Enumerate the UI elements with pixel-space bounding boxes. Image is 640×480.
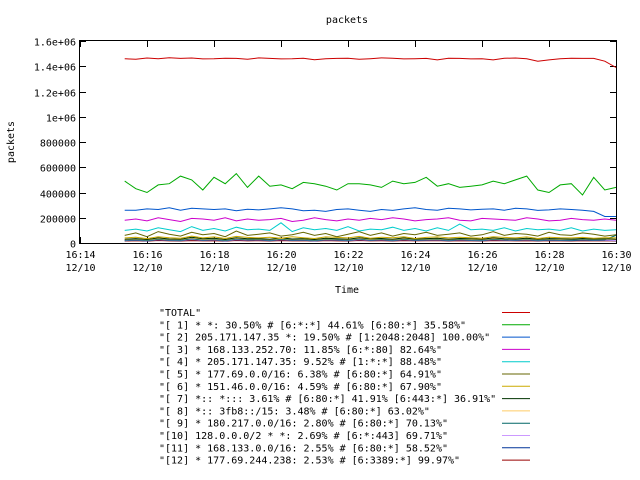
x-tick-date-label: 12/10 [333, 263, 363, 274]
series-line [124, 222, 617, 233]
legend-entry-label: "[ 1] * *: 30.50% # [6:*:*] 44.61% [6:80… [159, 320, 466, 331]
x-tick-date-label: 12/10 [199, 263, 229, 274]
legend-entry-label: "TOTAL" [159, 308, 201, 319]
packets-chart: packets packets Time 0 200000 400000 600000… [6, 15, 632, 467]
x-tick-time-label: 16:22 [333, 250, 363, 261]
series-line [124, 207, 616, 217]
legend-entry-label: "[ 7] *:: *::: 3.61% # [6:80:*] 41.91% [… [159, 394, 496, 405]
series-line [124, 217, 617, 223]
legend-entry-label: "[ 6] * 151.46.0.0/16: 4.59% # [6:80:*] … [159, 382, 442, 393]
series-lines [124, 57, 617, 242]
y-tick-label: 1.4e+06 [34, 63, 76, 74]
x-tick-time-label: 16:26 [467, 250, 497, 261]
series-line [124, 230, 617, 238]
x-tick-time-label: 16:28 [534, 250, 564, 261]
legend-entry-label: "[12] * 177.69.244.238: 2.53% # [6:3389:… [159, 456, 460, 467]
y-tick-label: 0 [70, 240, 76, 251]
x-tick-date-label: 12/10 [65, 263, 95, 274]
x-tick-date-label: 12/10 [266, 263, 296, 274]
x-tick-date-label: 12/10 [400, 263, 430, 274]
legend-entry-label: "[10] 128.0.0.0/2 * *: 2.69% # [6:*:443]… [159, 431, 448, 442]
legend-entry-label: "[ 2] 205.171.147.35 *: 19.50% # [1:2048… [159, 333, 490, 344]
legend-entry-label: "[ 8] *:: 3fb8::/15: 3.48% # [6:80:*] 63… [159, 406, 430, 417]
legend: "TOTAL""[ 1] * *: 30.50% # [6:*:*] 44.61… [159, 308, 530, 467]
y-tick-label: 200000 [40, 215, 76, 226]
x-tick-date-label: 12/10 [534, 263, 564, 274]
y-tick-label: 1e+06 [46, 114, 76, 125]
x-tick-time-label: 16:30 [601, 250, 631, 261]
x-axis-label: Time [335, 285, 359, 296]
y-tick-label: 800000 [40, 139, 76, 150]
x-tick-date-label: 12/10 [601, 263, 631, 274]
y-tick-label: 400000 [40, 190, 76, 201]
y-tick-label: 1.2e+06 [34, 89, 76, 100]
y-tick-label: 600000 [40, 164, 76, 175]
series-line [124, 57, 617, 68]
legend-entry-label: "[ 3] * 168.133.252.70: 11.85% [6:*:80] … [159, 345, 442, 356]
x-tick-time-label: 16:20 [266, 250, 296, 261]
x-tick-date-label: 12/10 [467, 263, 497, 274]
x-tick-time-label: 16:24 [400, 250, 430, 261]
x-tick-date-label: 12/10 [132, 263, 162, 274]
chart-title: packets [326, 15, 368, 26]
y-axis-label: packets [6, 121, 17, 163]
x-tick-time-label: 16:14 [65, 250, 95, 261]
plot-area-border [79, 40, 617, 244]
legend-entry-label: "[ 5] * 177.69.0.0/16: 6.38% # [6:80:*] … [159, 370, 442, 381]
y-tick-label: 1.6e+06 [34, 38, 76, 49]
legend-entry-label: "[ 4] * 205.171.147.35: 9.52% # [1:*:*] … [159, 357, 442, 368]
series-line [124, 172, 617, 196]
legend-entry-label: "[ 9] * 180.217.0.0/16: 2.80% # [6:80:*]… [159, 419, 448, 430]
x-tick-time-label: 16:16 [132, 250, 162, 261]
x-tick-time-label: 16:18 [199, 250, 229, 261]
legend-entry-label: "[11] * 168.133.0.0/16: 2.55% # [6:80:*]… [159, 443, 448, 454]
y-axis-ticks: 0 200000 400000 600000 800000 1e+06 1.2e+06 1.4… [34, 38, 616, 251]
